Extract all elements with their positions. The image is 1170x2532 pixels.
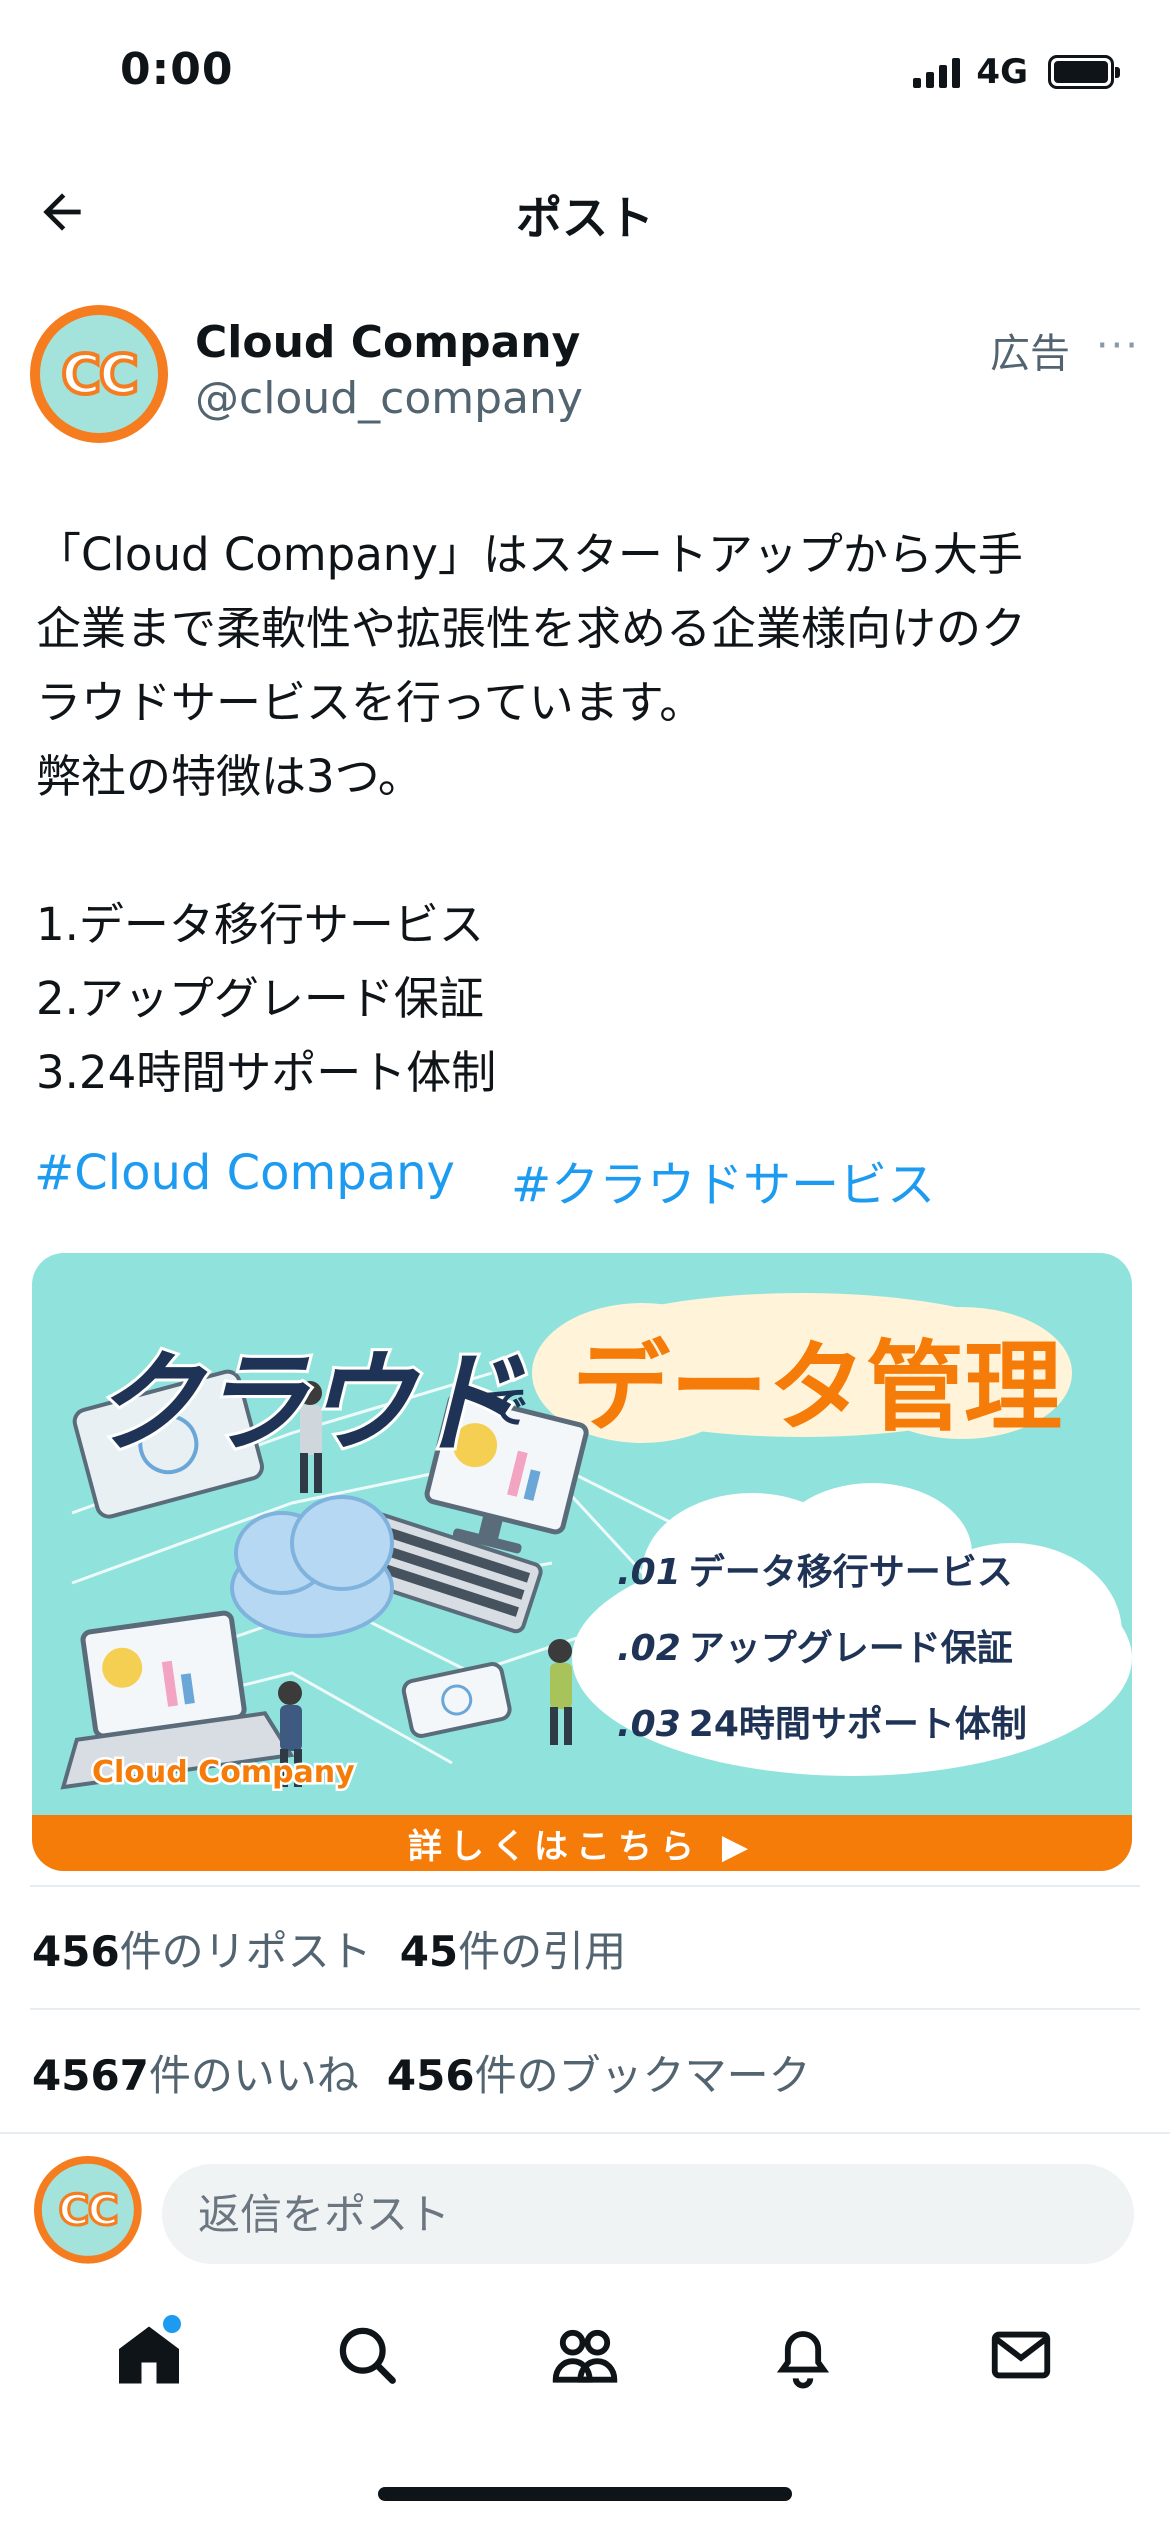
repost-stats: 456件のリポスト 45件の引用 <box>32 1918 626 1979</box>
ad-banner-image[interactable]: クラウド で データ管理 .01 データ移行サービス .02 アップグレード保証 .… <box>32 1253 1132 1871</box>
more-options-icon[interactable]: ··· <box>1096 323 1140 369</box>
banner-tagline: データ管理 <box>572 1331 1063 1445</box>
nav-communities[interactable] <box>535 2305 635 2405</box>
page-title: ポスト <box>516 191 654 245</box>
reposts-count: 456 <box>32 1927 120 1976</box>
hashtags: #Cloud Company #クラウドサービス <box>34 1145 935 1215</box>
bookmarks-count: 456 <box>386 2051 475 2100</box>
quotes-count: 45 <box>399 1927 459 1976</box>
reposts-link[interactable]: 456件のリポスト <box>32 1927 372 1976</box>
nav-home[interactable] <box>99 2305 199 2405</box>
banner-connector: で <box>484 1382 528 1433</box>
likes-link[interactable]: 4567件のいいね <box>32 2051 359 2100</box>
feature-number: .02 <box>617 1628 681 1669</box>
battery-icon <box>1048 55 1120 89</box>
network-label: 4G <box>976 52 1028 92</box>
feature-number: .01 <box>617 1552 681 1593</box>
nav-notifications[interactable] <box>753 2305 853 2405</box>
notifications-icon <box>776 2331 830 2389</box>
post-line: 「Cloud Company」はスタートアップから大手 <box>36 528 1023 581</box>
post-line: 3.24時間サポート体制 <box>36 1046 497 1099</box>
hashtag-link[interactable]: #クラウドサービス <box>511 1145 935 1215</box>
status-bar: 0:00 4G <box>0 0 1170 150</box>
reposts-label: 件のリポスト <box>119 1927 372 1976</box>
nav-messages[interactable] <box>971 2305 1071 2405</box>
status-indicators: 4G <box>913 52 1120 92</box>
bottom-nav <box>0 2290 1170 2420</box>
banner-brand: Cloud Company <box>90 1753 358 1793</box>
post-line: 企業まで柔軟性や拡張性を求める企業様向けのク <box>36 602 1027 655</box>
reply-input[interactable] <box>162 2164 1134 2264</box>
avatar-logo: CC <box>59 341 140 408</box>
signal-icon <box>913 56 961 88</box>
home-indicator <box>378 2487 792 2501</box>
quotes-label: 件の引用 <box>458 1927 627 1976</box>
post-line <box>36 814 1136 888</box>
feature-label: アップグレード保証 <box>688 1628 1013 1669</box>
like-stats: 4567件のいいね 456件のブックマーク <box>32 2042 811 2103</box>
ad-label: 広告 <box>990 331 1070 377</box>
bookmarks-label: 件のブックマーク <box>474 2051 811 2100</box>
quotes-link[interactable]: 45件の引用 <box>400 1927 626 1976</box>
post-line: 弊社の特徴は3つ。 <box>36 750 423 803</box>
banner-feature: .02 アップグレード保証 <box>617 1619 1013 1671</box>
feature-label: データ移行サービス <box>688 1552 1013 1593</box>
divider <box>30 2008 1140 2010</box>
avatar[interactable]: CC <box>34 2156 142 2264</box>
search-icon <box>339 2327 396 2384</box>
reply-bar: CC <box>0 2132 1170 2272</box>
author-name[interactable]: Cloud Company <box>195 317 580 368</box>
post-line: 1.データ移行サービス <box>36 898 484 951</box>
status-time: 0:00 <box>120 44 234 95</box>
banner-feature: .01 データ移行サービス <box>617 1543 1013 1595</box>
post-author: CC Cloud Company @cloud_company 広告 ··· <box>30 305 1140 445</box>
post-line: 2.アップグレード保証 <box>36 972 484 1025</box>
feature-label: 24時間サポート体制 <box>688 1704 1027 1745</box>
feature-number: .03 <box>617 1704 681 1745</box>
communities-icon <box>552 2329 618 2383</box>
bookmarks-link[interactable]: 456件のブックマーク <box>387 2051 811 2100</box>
nav-search[interactable] <box>317 2305 417 2405</box>
avatar[interactable]: CC <box>30 305 168 443</box>
hashtag-link[interactable]: #Cloud Company <box>34 1145 455 1215</box>
notification-dot <box>163 2315 181 2333</box>
header: ポスト <box>0 160 1170 260</box>
likes-label: 件のいいね <box>148 2051 359 2100</box>
avatar-logo: CC <box>57 2184 120 2236</box>
divider <box>30 1885 1140 1887</box>
likes-count: 4567 <box>32 2051 149 2100</box>
banner-headline: クラウド <box>89 1336 523 1470</box>
post-text: 「Cloud Company」はスタートアップから大手 企業まで柔軟性や拡張性を… <box>36 518 1136 1110</box>
banner-cta-button[interactable]: 詳しくはこちら ▶ <box>32 1815 1132 1871</box>
messages-icon <box>991 2331 1051 2379</box>
post-line: ラウドサービスを行っています。 <box>36 676 705 729</box>
banner-feature: .03 24時間サポート体制 <box>617 1695 1027 1747</box>
author-handle[interactable]: @cloud_company <box>195 373 583 424</box>
